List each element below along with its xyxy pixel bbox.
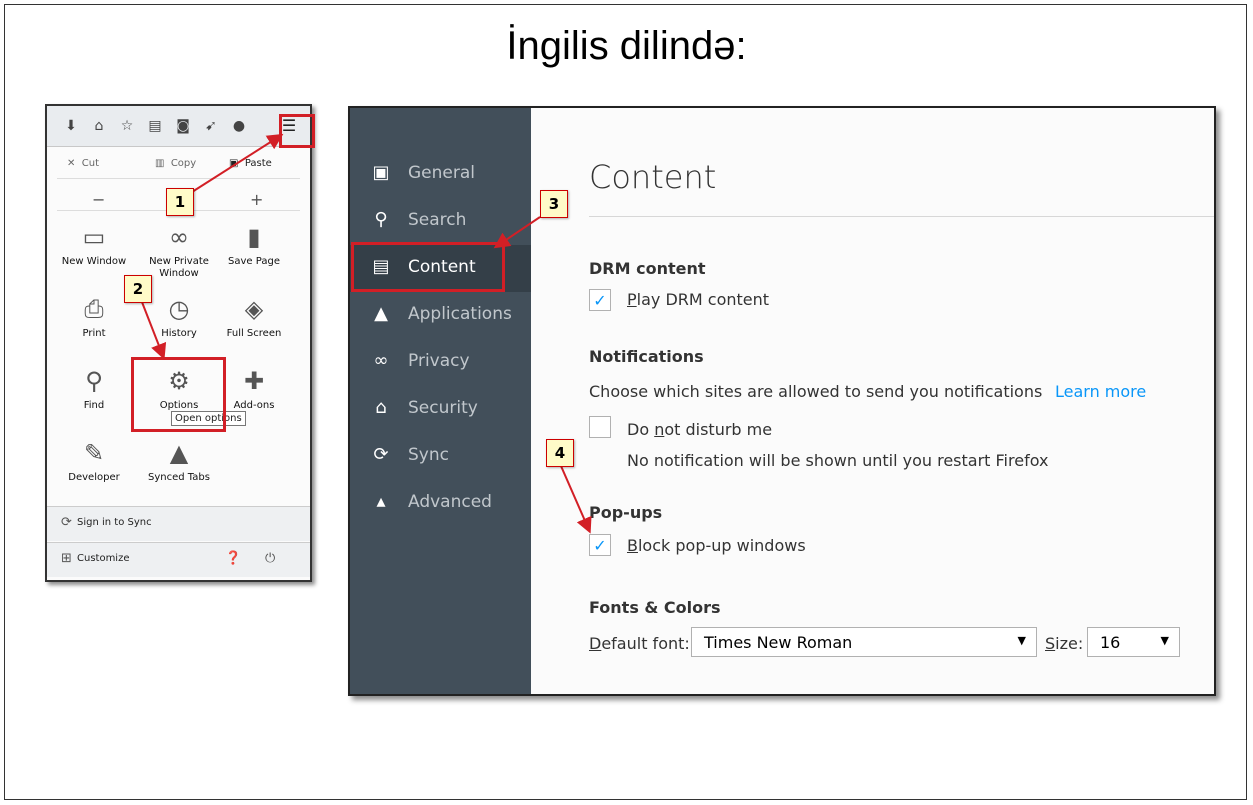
callout-2: 2 <box>124 275 152 303</box>
arrow-2 <box>139 296 167 360</box>
annotation-arrows <box>139 133 592 534</box>
arrow-3 <box>493 216 541 249</box>
callout-4: 4 <box>546 439 574 467</box>
callout-3: 3 <box>540 190 568 218</box>
arrow-4 <box>560 465 592 534</box>
callout-1: 1 <box>166 188 194 216</box>
arrow-1 <box>191 133 284 193</box>
